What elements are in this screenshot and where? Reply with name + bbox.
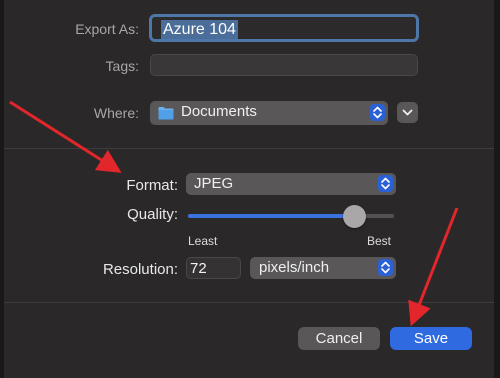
stepper-icon xyxy=(378,259,393,276)
export-filename-text: Azure 104 xyxy=(161,20,238,39)
export-as-label: Export As: xyxy=(75,21,139,37)
quality-slider-knob[interactable] xyxy=(343,205,366,228)
resolution-label: Resolution: xyxy=(102,261,178,278)
tags-field[interactable] xyxy=(150,54,418,76)
where-label: Where: xyxy=(93,105,139,121)
format-value: JPEG xyxy=(194,175,234,192)
resolution-value: 72 xyxy=(190,260,207,277)
folder-icon xyxy=(158,107,174,120)
export-dialog: Export As: Azure 104 Tags: Where: Docume… xyxy=(0,0,500,378)
tags-label: Tags: xyxy=(105,58,139,74)
chevron-down-icon xyxy=(402,109,413,116)
format-popup[interactable]: JPEG xyxy=(186,173,396,195)
quality-min-label: Least xyxy=(188,234,218,248)
stepper-icon xyxy=(378,175,393,192)
format-label: Format: xyxy=(126,177,178,194)
save-button[interactable]: Save xyxy=(390,327,472,350)
cancel-button[interactable]: Cancel xyxy=(298,327,380,350)
stepper-icon xyxy=(370,104,385,121)
where-popup[interactable]: Documents xyxy=(150,101,388,125)
quality-slider-fill xyxy=(188,214,355,218)
expand-browser-button[interactable] xyxy=(397,102,418,123)
where-value: Documents xyxy=(181,103,257,120)
resolution-unit-value: pixels/inch xyxy=(259,259,330,276)
quality-label: Quality: xyxy=(127,206,178,223)
window-edge-right xyxy=(494,0,500,378)
export-as-field[interactable]: Azure 104 xyxy=(149,14,419,42)
resolution-unit-popup[interactable]: pixels/inch xyxy=(250,257,396,279)
section-divider-top xyxy=(4,148,494,149)
window-edge-left xyxy=(0,0,4,378)
quality-max-label: Best xyxy=(367,234,392,248)
section-divider-bottom xyxy=(4,302,494,303)
resolution-field[interactable]: 72 xyxy=(186,257,241,279)
